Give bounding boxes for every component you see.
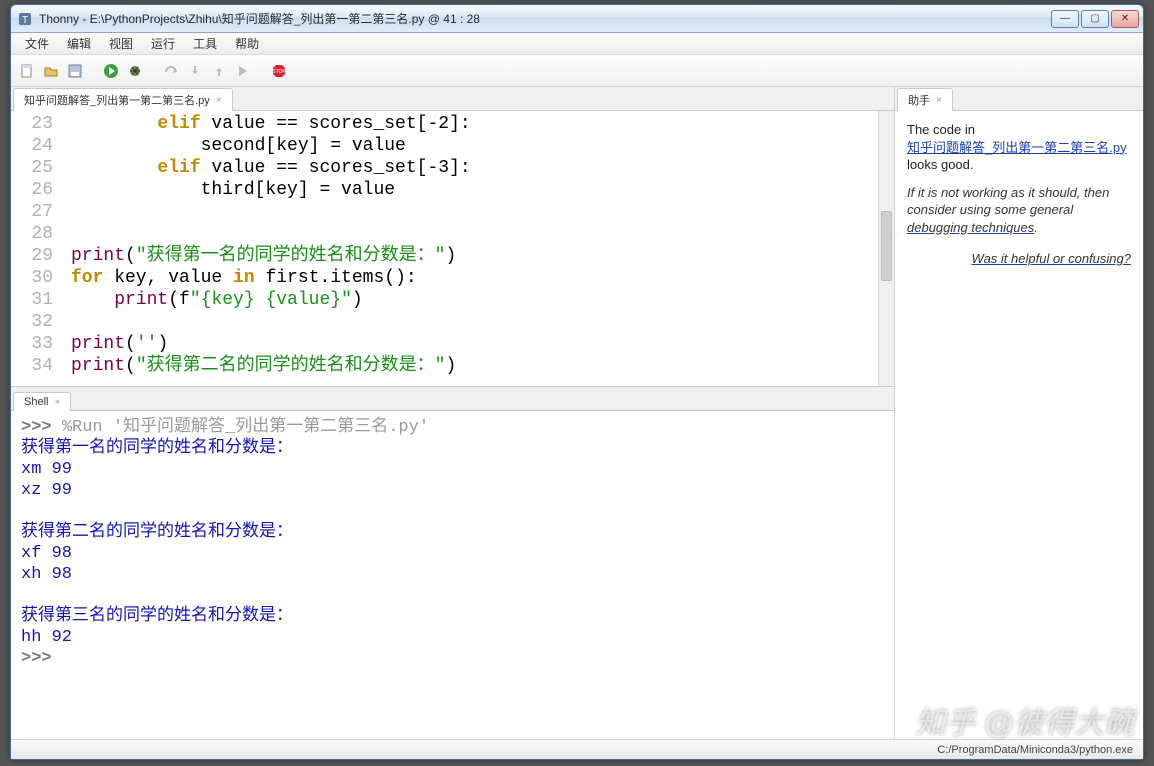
assistant-tab[interactable]: 助手 × — [897, 88, 953, 111]
editor-scrollbar[interactable] — [878, 111, 894, 386]
scrollbar-thumb[interactable] — [881, 211, 892, 281]
assistant-hint: If it is not working as it should, then … — [907, 185, 1109, 218]
close-assistant-icon[interactable]: × — [936, 95, 942, 106]
close-tab-icon[interactable]: × — [216, 95, 222, 106]
maximize-button[interactable]: ▢ — [1081, 10, 1109, 28]
svg-text:T: T — [22, 15, 28, 26]
close-button[interactable]: ✕ — [1111, 10, 1139, 28]
new-file-icon[interactable] — [17, 61, 37, 81]
titlebar[interactable]: T Thonny - E:\PythonProjects\Zhihu\知乎问题解… — [11, 5, 1143, 33]
shell-tab[interactable]: Shell × — [13, 392, 71, 411]
menu-帮助[interactable]: 帮助 — [227, 33, 267, 54]
editor-tab[interactable]: 知乎问题解答_列出第一第二第三名.py × — [13, 88, 233, 111]
assistant-panel: The code in 知乎问题解答_列出第一第二第三名.py looks go… — [895, 111, 1143, 739]
assistant-feedback-link[interactable]: Was it helpful or confusing? — [972, 251, 1131, 266]
assistant-tab-label: 助手 — [908, 92, 930, 108]
resume-icon[interactable] — [233, 61, 253, 81]
open-file-icon[interactable] — [41, 61, 61, 81]
editor-tabbar: 知乎问题解答_列出第一第二第三名.py × — [11, 87, 894, 111]
assistant-text-2: looks good. — [907, 157, 974, 172]
run-icon[interactable] — [101, 61, 121, 81]
menu-视图[interactable]: 视图 — [101, 33, 141, 54]
code-editor[interactable]: 232425262728293031323334 elif value == s… — [11, 111, 894, 387]
step-over-icon[interactable] — [161, 61, 181, 81]
debugging-techniques-link[interactable]: debugging techniques — [907, 220, 1034, 235]
assistant-text-1: The code in — [907, 122, 975, 137]
debug-icon[interactable] — [125, 61, 145, 81]
menu-文件[interactable]: 文件 — [17, 33, 57, 54]
close-shell-icon[interactable]: × — [54, 397, 60, 408]
shell-tab-label: Shell — [24, 396, 48, 408]
toolbar: STOP — [11, 55, 1143, 87]
step-out-icon[interactable] — [209, 61, 229, 81]
shell-tabbar: Shell × — [11, 387, 894, 411]
app-window: T Thonny - E:\PythonProjects\Zhihu\知乎问题解… — [10, 4, 1144, 760]
app-icon: T — [17, 11, 33, 27]
step-into-icon[interactable] — [185, 61, 205, 81]
assistant-file-link[interactable]: 知乎问题解答_列出第一第二第三名.py — [907, 140, 1127, 155]
code-area[interactable]: elif value == scores_set[-2]: second[key… — [63, 111, 894, 386]
assistant-tabbar: 助手 × — [895, 87, 1143, 111]
menu-工具[interactable]: 工具 — [185, 33, 225, 54]
menubar: 文件编辑视图运行工具帮助 — [11, 33, 1143, 55]
editor-tab-label: 知乎问题解答_列出第一第二第三名.py — [24, 92, 210, 108]
menu-运行[interactable]: 运行 — [143, 33, 183, 54]
stop-icon[interactable]: STOP — [269, 61, 289, 81]
svg-text:STOP: STOP — [272, 69, 286, 75]
interpreter-path[interactable]: C:/ProgramData/Miniconda3/python.exe — [937, 744, 1133, 756]
minimize-button[interactable]: — — [1051, 10, 1079, 28]
menu-编辑[interactable]: 编辑 — [59, 33, 99, 54]
shell-output[interactable]: >>> %Run '知乎问题解答_列出第一第二第三名.py'获得第一名的同学的姓… — [11, 411, 894, 739]
window-title: Thonny - E:\PythonProjects\Zhihu\知乎问题解答_… — [39, 10, 1051, 27]
line-gutter: 232425262728293031323334 — [11, 111, 63, 386]
save-file-icon[interactable] — [65, 61, 85, 81]
statusbar: C:/ProgramData/Miniconda3/python.exe — [11, 739, 1143, 759]
